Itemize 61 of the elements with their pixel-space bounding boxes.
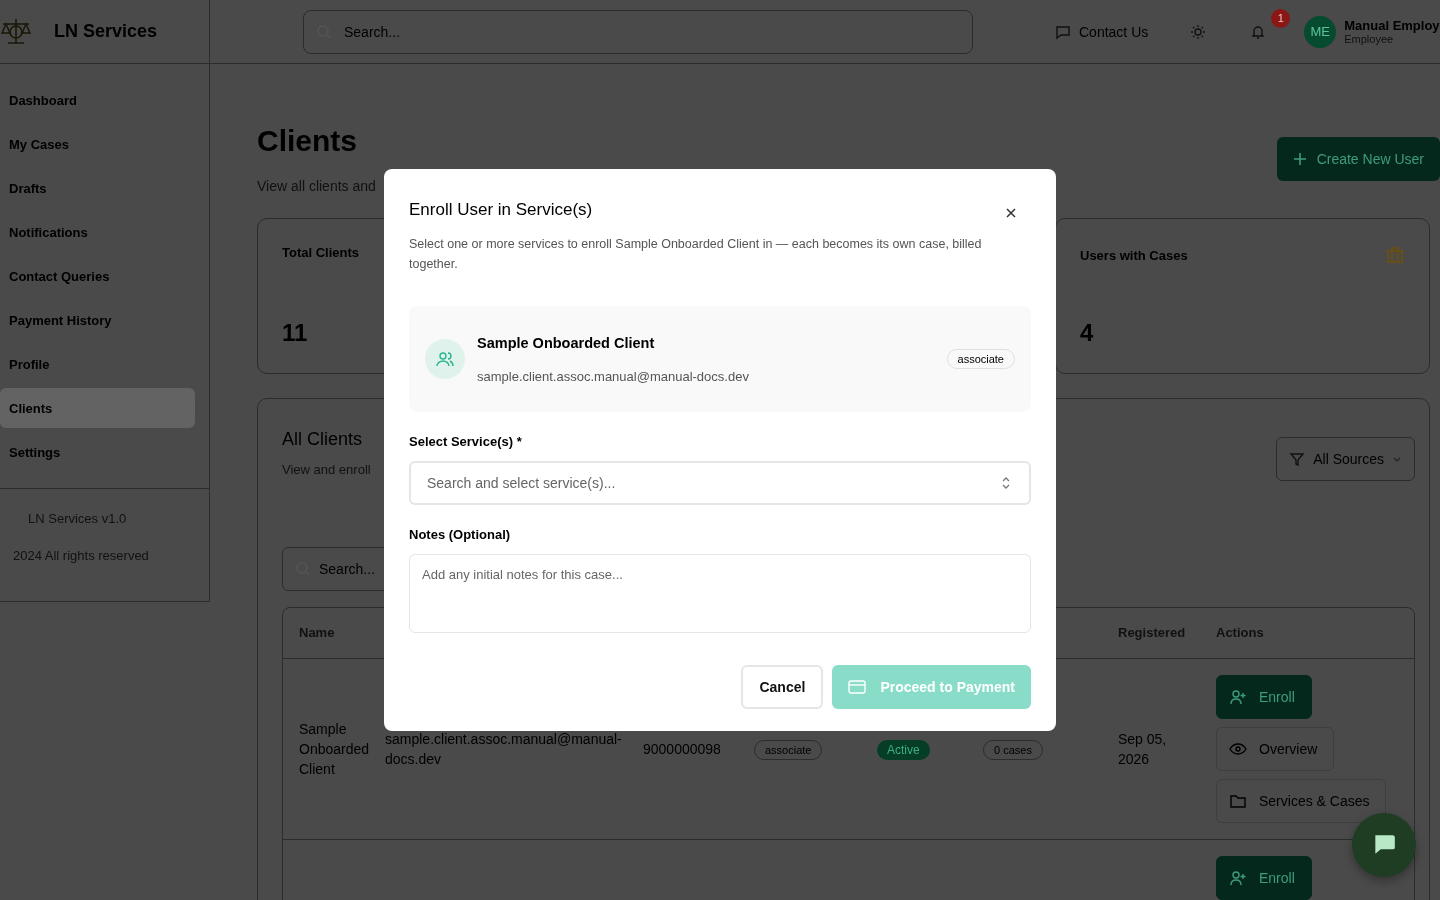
client-name: Sample Onboarded Client — [299, 721, 370, 777]
notes-field[interactable]: Add any initial notes for this case... — [409, 553, 1031, 633]
filter-icon — [1289, 451, 1306, 467]
service-select[interactable]: Search and select service(s)... — [409, 461, 1031, 505]
services-button[interactable]: Services & Cases — [1216, 779, 1387, 823]
briefcase-icon — [1385, 245, 1405, 265]
page-subtitle: View all clients and — [257, 178, 376, 194]
user-avatar[interactable]: ME — [1304, 15, 1337, 48]
stat-label: Total Clients — [282, 245, 360, 260]
dialog-title: Enroll User in Service(s) — [409, 199, 593, 220]
status-tag: Active — [877, 739, 930, 760]
sidebar-item[interactable]: Settings — [0, 432, 195, 472]
overview-button[interactable]: Overview — [1216, 727, 1335, 771]
cancel-button[interactable]: Cancel — [741, 665, 824, 709]
create-user-button[interactable]: Create New User — [1276, 137, 1440, 181]
version-text: LN Services v1.0 — [27, 511, 127, 526]
eye-icon — [1229, 740, 1247, 758]
sidebar-item[interactable]: Contact Queries — [0, 256, 195, 296]
contact-us-link[interactable]: Contact Us — [1055, 23, 1149, 40]
sidebar-item[interactable]: Dashboard — [0, 80, 195, 120]
client-phone: 9000000098 — [643, 741, 721, 757]
client-name: Sample Onboarded Client — [477, 334, 655, 351]
app-name: LN Services — [54, 21, 158, 42]
column-header: Name — [298, 624, 336, 642]
search-field[interactable]: Search... — [303, 9, 973, 54]
sidebar-item[interactable]: Notifications — [0, 212, 195, 252]
chevron-up-down-icon — [1001, 476, 1011, 491]
field-label: Notes (Optional) — [409, 526, 511, 542]
stat-value: 4 — [1080, 319, 1094, 347]
column-header: Actions — [1216, 624, 1265, 642]
enroll-button[interactable]: Enroll — [1216, 675, 1312, 719]
close-icon — [1005, 207, 1017, 219]
user-name: Manual Employ — [1344, 18, 1440, 33]
user-plus-icon — [1229, 688, 1247, 706]
source-filter-dropdown[interactable]: All Sources — [1276, 437, 1415, 481]
users-icon — [425, 339, 465, 380]
page-title: Clients — [257, 124, 358, 158]
panel-subtitle: View and enroll — [282, 462, 371, 477]
stat-value: 11 — [282, 319, 308, 347]
user-plus-icon — [1229, 869, 1247, 887]
stat-label: Users with Cases — [1080, 247, 1188, 263]
credit-card-icon — [848, 680, 867, 694]
plus-icon — [1292, 152, 1307, 166]
copyright-text: 2024 All rights reserved — [12, 548, 149, 563]
column-header: Registered — [1118, 624, 1187, 642]
enroll-button[interactable]: Enroll — [1216, 856, 1312, 900]
sidebar-item[interactable]: Drafts — [0, 168, 195, 208]
panel-title: All Clients — [282, 429, 363, 450]
registered-date: Sep 05, 2026 — [1118, 730, 1168, 769]
client-email: sample.client.assoc.manual@manual-docs.dev — [385, 731, 622, 767]
chat-icon — [1055, 23, 1071, 40]
dialog-description: Select one or more services to enroll Sample Onboarded Client in — each becomes its own case, billed together. — [409, 236, 983, 273]
client-email: sample.client.assoc.manual@manual-docs.dev — [477, 368, 749, 384]
field-label: Select Service(s) * — [409, 434, 522, 450]
sidebar-item[interactable]: Profile — [0, 344, 195, 384]
user-role: Employee — [1344, 33, 1394, 45]
sidebar-item[interactable]: Clients — [0, 388, 195, 428]
folder-icon — [1229, 792, 1247, 810]
notification-count: 1 — [1271, 8, 1291, 28]
sidebar-item[interactable]: Payment History — [0, 300, 195, 340]
sidebar-item[interactable]: My Cases — [0, 124, 195, 164]
